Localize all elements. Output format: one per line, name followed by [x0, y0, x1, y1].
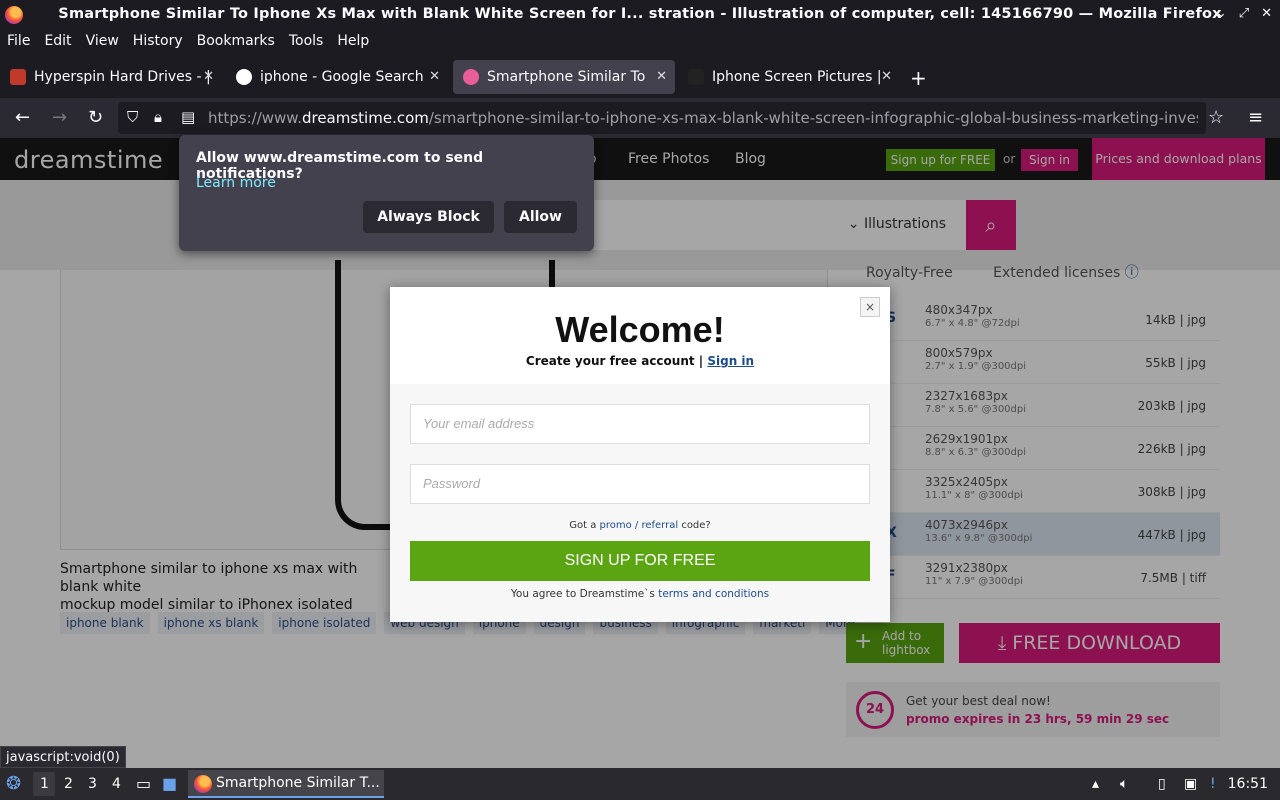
modal-subtitle: Create your free account | Sign in [525, 354, 755, 368]
modal-signin-link[interactable]: Sign in [707, 354, 754, 368]
menu-tools[interactable]: Tools [289, 33, 324, 49]
notification-permission-icon[interactable]: ▤ [181, 108, 195, 126]
window-titlebar: Smartphone Similar To Iphone Xs Max with… [0, 0, 1280, 30]
tab-favicon-icon [688, 69, 704, 85]
lock-icon[interactable]: 🔒︎ [154, 108, 162, 126]
status-link-text: javascript:void(0) [0, 746, 126, 768]
workspace-2[interactable]: 2 [64, 776, 73, 792]
tab-dreamstime[interactable]: Smartphone Similar To Ip ✕ [453, 60, 675, 94]
new-tab-icon[interactable]: + [910, 66, 927, 90]
start-menu-icon[interactable]: ❂ [6, 773, 21, 794]
tab-bar: Hyperspin Hard Drives - | ✕ iphone - Goo… [0, 56, 1280, 98]
url-bar[interactable]: ⛉ 🔒︎ ▤ https://www.dreamstime.com/smartp… [118, 102, 1206, 134]
password-field[interactable]: Password [410, 464, 870, 504]
workspace-4[interactable]: 4 [112, 776, 121, 792]
menu-edit[interactable]: Edit [44, 33, 71, 49]
menu-bookmarks[interactable]: Bookmarks [197, 33, 275, 49]
forward-icon[interactable]: → [52, 107, 67, 128]
reload-icon[interactable]: ↻ [88, 107, 103, 128]
promo-code-link[interactable]: promo / referral [600, 520, 679, 531]
tab-close-icon[interactable]: ✕ [429, 69, 440, 84]
tray-up-icon[interactable]: ▴ [1092, 776, 1099, 792]
taskbar: ❂ 1 2 3 4 ▭ ■ Smartphone Similar T... ▴ … [0, 768, 1280, 800]
maximize-icon[interactable]: ⤢ [1239, 6, 1249, 21]
tab-label: Smartphone Similar To Ip [487, 69, 647, 85]
clipboard-icon[interactable]: ▯ [1158, 776, 1166, 792]
network-icon[interactable]: ▣ [1184, 776, 1197, 792]
learn-more-link[interactable]: Learn more [196, 175, 276, 191]
tab-close-icon[interactable]: ✕ [881, 69, 892, 84]
tab-favicon-icon [10, 69, 26, 85]
modal-title: Welcome! [555, 309, 725, 350]
email-field[interactable]: Your email address [410, 404, 870, 444]
navigation-toolbar: ← → ↻ ⛉ 🔒︎ ▤ https://www.dreamstime.com/… [0, 98, 1280, 138]
bookmark-star-icon[interactable]: ☆ [1208, 107, 1224, 128]
tab-label: iphone - Google Search [260, 69, 424, 85]
menu-bar: File Edit View History Bookmarks Tools H… [0, 30, 1280, 52]
google-favicon-icon [236, 69, 252, 85]
minimize-icon[interactable]: ⌄ [1216, 6, 1227, 21]
welcome-modal: × Welcome! Create your free account | Si… [390, 287, 890, 622]
updates-icon[interactable]: ! [1210, 776, 1216, 792]
signup-free-button[interactable]: SIGN UP FOR FREE [410, 541, 870, 581]
dreamstime-favicon-icon [463, 69, 479, 85]
tab-label: Hyperspin Hard Drives - | [34, 69, 211, 85]
volume-icon[interactable]: 🔈︎ [1120, 776, 1128, 792]
menu-view[interactable]: View [86, 33, 119, 49]
always-block-button[interactable]: Always Block [363, 201, 494, 233]
workspace-3[interactable]: 3 [88, 776, 97, 792]
allow-button[interactable]: Allow [504, 201, 577, 233]
firefox-icon [194, 775, 212, 793]
clock: 16:51 [1227, 776, 1268, 792]
menu-help[interactable]: Help [337, 33, 369, 49]
tab-close-icon[interactable]: ✕ [656, 69, 667, 84]
tab-google-search[interactable]: iphone - Google Search ✕ [226, 60, 448, 94]
hamburger-menu-icon[interactable]: ≡ [1248, 107, 1263, 128]
taskbar-firefox-window[interactable]: Smartphone Similar T... [188, 770, 384, 798]
notification-permission-popup: Allow www.dreamstime.com to send notific… [179, 135, 594, 251]
tab-hyperspin[interactable]: Hyperspin Hard Drives - | ✕ [0, 60, 222, 94]
file-manager-icon[interactable]: ▭ [136, 774, 151, 793]
promo-code-text: Got a promo / referral code? [569, 520, 711, 531]
terms-link[interactable]: terms and conditions [658, 588, 769, 600]
terminal-icon[interactable]: ■ [162, 774, 177, 793]
menu-file[interactable]: File [7, 33, 30, 49]
workspace-1[interactable]: 1 [40, 776, 49, 792]
close-window-icon[interactable]: ✕ [1261, 6, 1272, 21]
tab-label: Iphone Screen Pictures | [712, 69, 882, 85]
window-title: Smartphone Similar To Iphone Xs Max with… [58, 6, 1222, 22]
menu-history[interactable]: History [133, 33, 183, 49]
tab-close-icon[interactable]: ✕ [203, 69, 214, 84]
url-text[interactable]: https://www.dreamstime.com/smartphone-si… [208, 109, 1198, 127]
terms-text: You agree to Dreamstime`s terms and cond… [510, 588, 770, 600]
back-icon[interactable]: ← [15, 107, 30, 128]
tab-iphone-screen-pictures[interactable]: Iphone Screen Pictures | ✕ [678, 60, 900, 94]
shield-icon[interactable]: ⛉ [127, 108, 138, 126]
